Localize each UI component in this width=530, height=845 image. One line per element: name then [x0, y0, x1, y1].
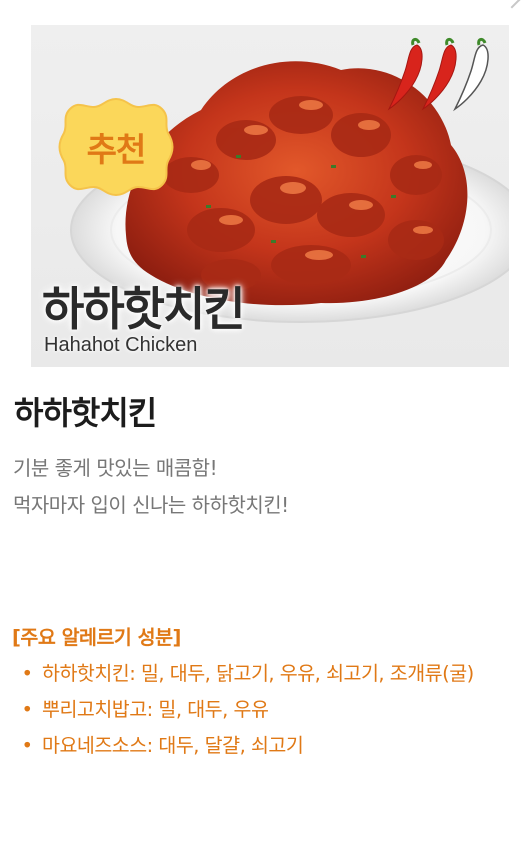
- empty-pepper-icon: [453, 37, 489, 112]
- allergy-item-text: 마요네즈소스: 대두, 달걀, 쇠고기: [42, 734, 304, 757]
- hot-pepper-icon: [421, 37, 457, 111]
- description-line: 먹자마자 입이 신나는 하하핫치킨!: [13, 493, 289, 517]
- chevron-right-icon[interactable]: [503, 0, 521, 9]
- allergy-item: • 마요네즈소스: 대두, 달걀, 쇠고기: [12, 728, 524, 764]
- hero-title-english: Hahahot Chicken: [44, 334, 198, 356]
- product-description: 기분 좋게 맛있는 매콤함! 먹자마자 입이 신나는 하하핫치킨!: [13, 450, 289, 524]
- hot-pepper-icon: [387, 37, 423, 111]
- description-line: 기분 좋게 맛있는 매콤함!: [13, 456, 218, 480]
- allergy-item: • 하하핫치킨: 밀, 대두, 닭고기, 우유, 쇠고기, 조개류(굴): [12, 656, 524, 692]
- recommend-badge-label: 추천: [86, 130, 147, 169]
- bullet: •: [21, 734, 33, 757]
- product-name: 하하핫치킨: [14, 394, 157, 432]
- allergy-info: [주요 알레르기 성분] • 하하핫치킨: 밀, 대두, 닭고기, 우유, 쇠고기…: [12, 620, 524, 764]
- allergy-item-text: 뿌리고치밥고: 밀, 대두, 우유: [42, 698, 269, 721]
- bullet: •: [21, 662, 33, 685]
- allergy-title: [주요 알레르기 성분]: [12, 626, 181, 649]
- bullet: •: [21, 698, 33, 721]
- allergy-item-text: 하하핫치킨: 밀, 대두, 닭고기, 우유, 쇠고기, 조개류(굴): [42, 662, 474, 685]
- recommend-badge: 추천: [58, 95, 174, 199]
- allergy-item: • 뿌리고치밥고: 밀, 대두, 우유: [12, 692, 524, 728]
- hero-title-korean: 하하핫치킨: [42, 282, 246, 336]
- spice-level-indicator: [387, 37, 491, 113]
- product-hero-image: 추천 하하핫치킨 Hahahot Chicken: [31, 25, 509, 367]
